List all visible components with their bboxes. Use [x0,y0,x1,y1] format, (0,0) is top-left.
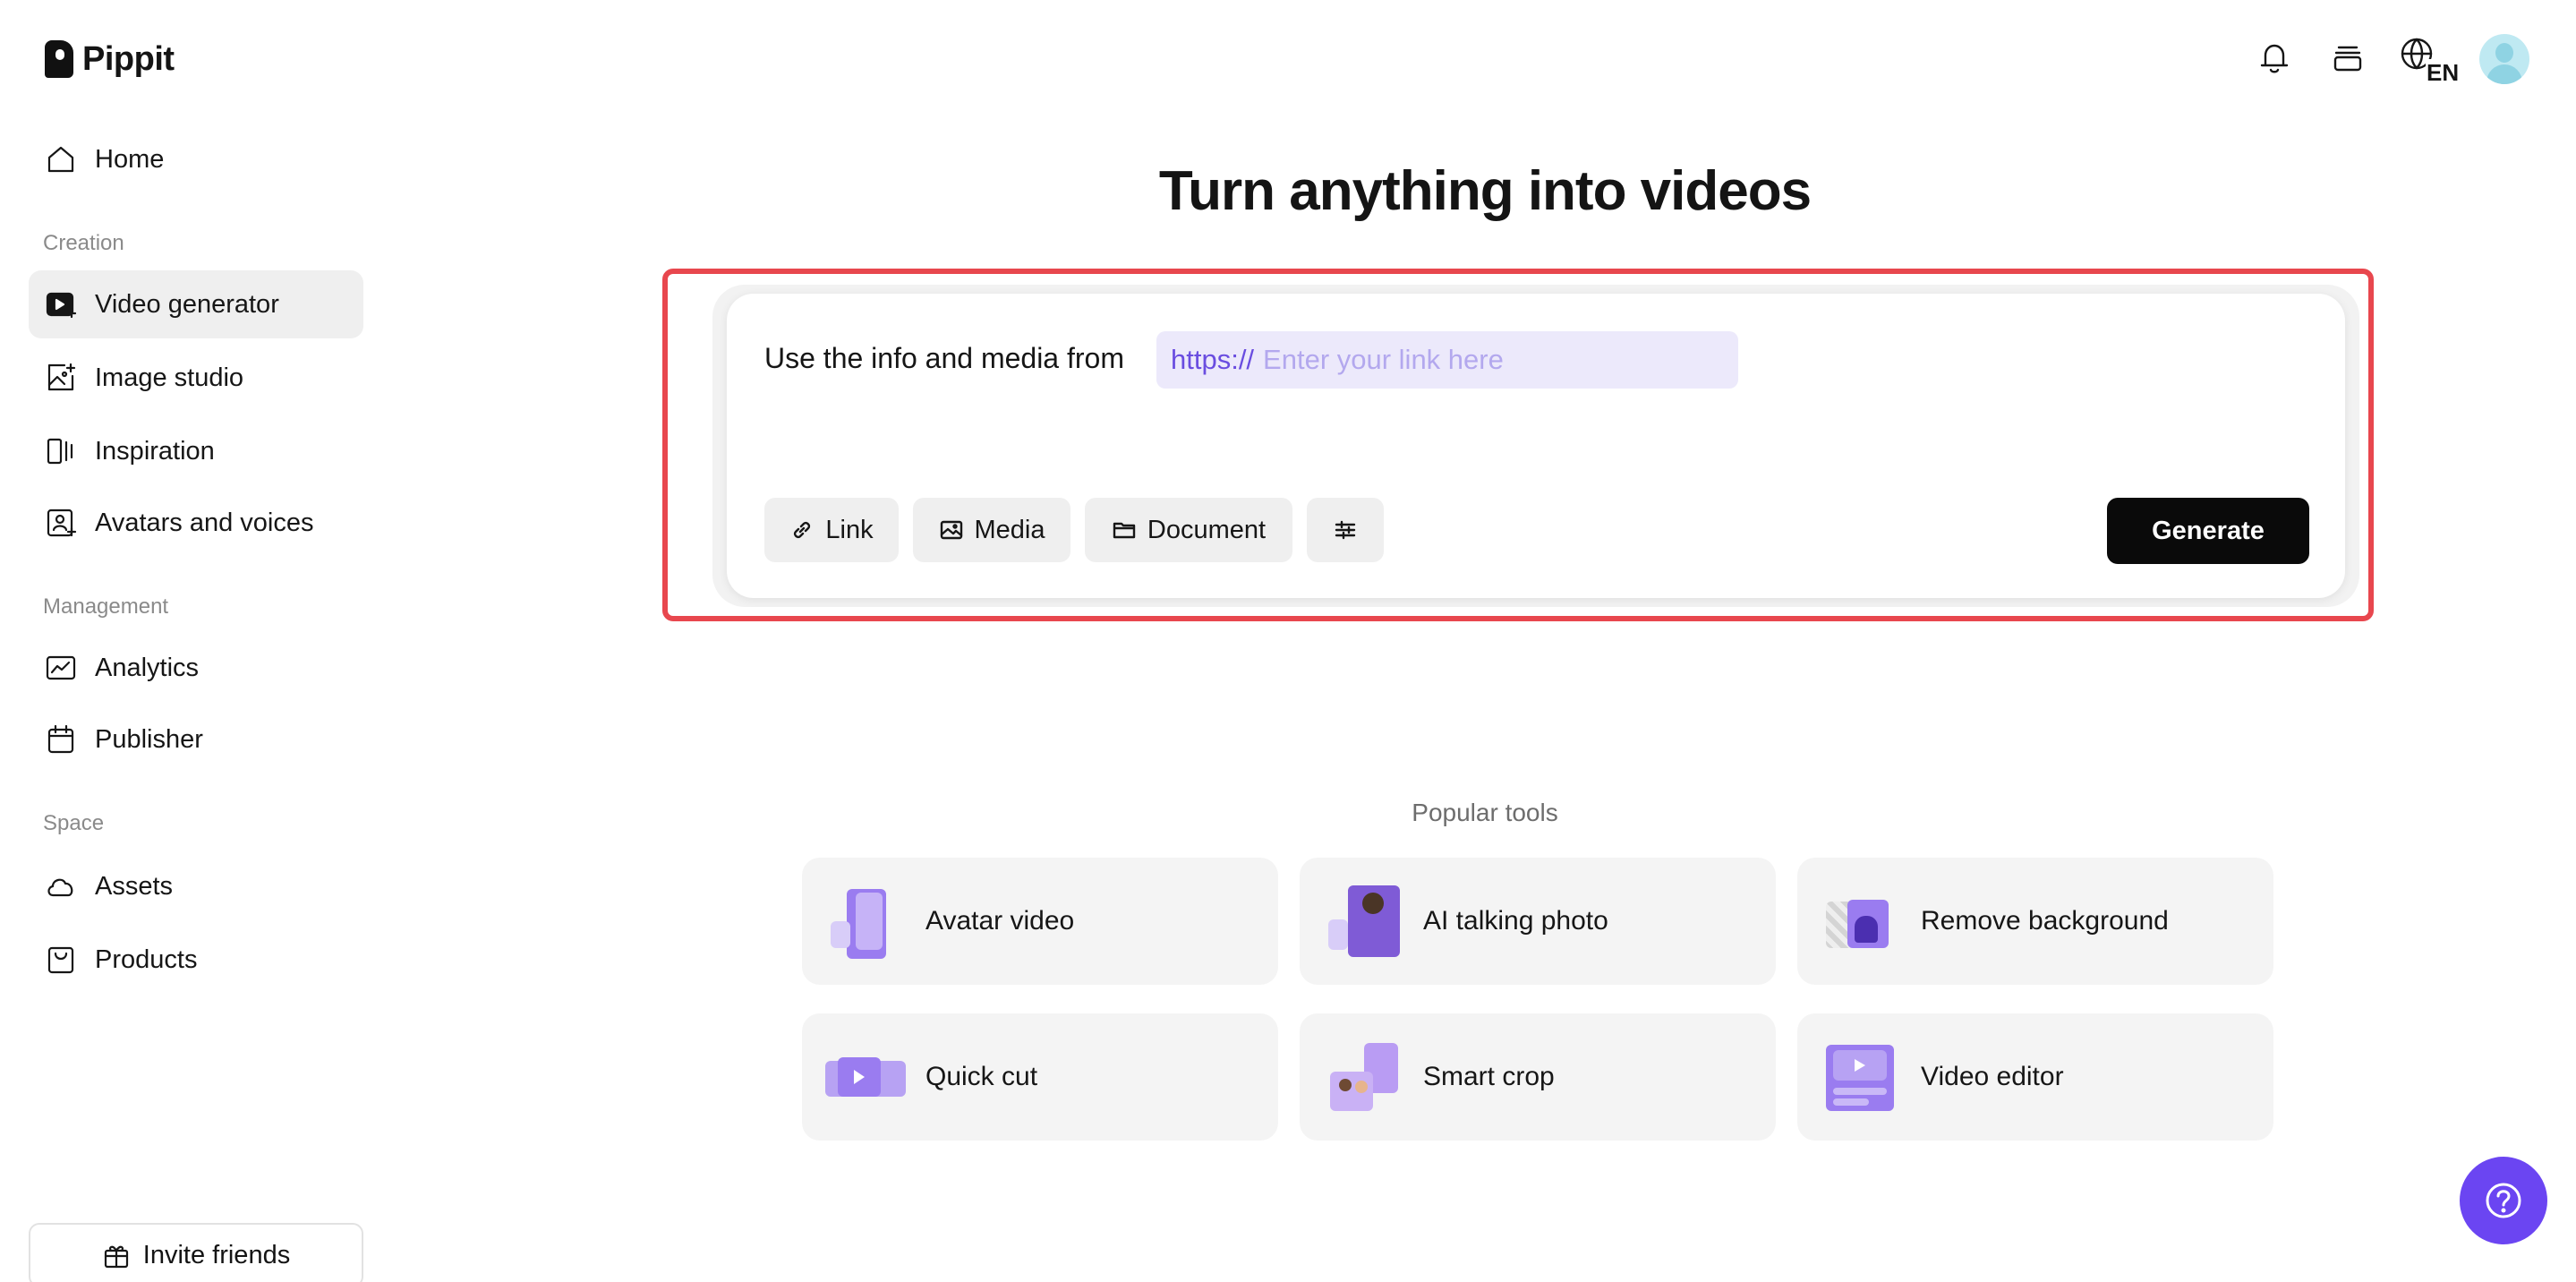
generate-button[interactable]: Generate [2107,498,2309,564]
bell-icon[interactable] [2252,36,2297,81]
tool-card-avatar-video[interactable]: Avatar video [802,858,1278,985]
invite-friends-button[interactable]: Invite friends [29,1223,363,1282]
sidebar-item-publisher[interactable]: Publisher [29,705,363,773]
gift-icon [102,1241,131,1269]
image-icon [939,517,964,543]
sidebar-item-assets[interactable]: Assets [29,852,363,920]
sidebar-item-label: Analytics [95,654,199,683]
document-button[interactable]: Document [1085,498,1292,562]
smart-crop-thumb [1323,1039,1403,1115]
sidebar-item-label: Assets [95,872,173,902]
sidebar-item-analytics[interactable]: Analytics [29,634,363,702]
tool-card-ai-talking-photo[interactable]: AI talking photo [1300,858,1776,985]
invite-friends-label: Invite friends [143,1241,290,1270]
image-plus-icon [45,362,77,394]
layers-icon[interactable] [2325,36,2370,81]
tool-card-label: AI talking photo [1423,906,1608,936]
avatar[interactable] [2479,34,2529,84]
settings-button[interactable] [1307,498,1384,562]
link-button[interactable]: Link [764,498,899,562]
cloud-icon [45,870,77,902]
sidebar-item-video-generator[interactable]: Video generator [29,270,363,338]
sidebar-item-label: Image studio [95,363,243,393]
sliders-icon [1333,517,1358,543]
sidebar-item-image-studio[interactable]: Image studio [29,344,363,412]
sidebar-item-avatars-voices[interactable]: Avatars and voices [29,489,363,557]
avatar-video-thumb [825,884,906,959]
section-label-management: Management [43,594,168,620]
avatar-voice-icon [45,507,77,539]
sidebar-item-inspiration[interactable]: Inspiration [29,417,363,485]
sidebar-item-label: Products [95,945,197,975]
tool-card-smart-crop[interactable]: Smart crop [1300,1013,1776,1141]
pippit-logo[interactable]: Pippit [45,39,175,79]
sidebar-item-label: Avatars and voices [95,509,314,538]
tool-card-label: Quick cut [925,1062,1037,1092]
sidebar-item-label: Inspiration [95,437,215,466]
logo-text: Pippit [82,40,175,79]
calendar-icon [45,723,77,756]
help-button[interactable] [2460,1157,2547,1244]
tool-card-label: Smart crop [1423,1062,1555,1092]
remove-background-thumb [1821,884,1901,959]
media-button-label: Media [975,516,1045,545]
analytics-icon [45,652,77,684]
page-title: Turn anything into videos [0,159,2576,223]
media-button[interactable]: Media [913,498,1070,562]
popular-tools-title: Popular tools [0,799,2576,827]
link-placeholder: Enter your link here [1263,344,1504,376]
link-input[interactable]: https:// Enter your link here [1156,331,1738,389]
language-label: EN [2426,59,2460,87]
tool-card-remove-background[interactable]: Remove background [1797,858,2273,985]
tool-card-label: Remove background [1921,906,2169,936]
tool-card-label: Avatar video [925,906,1074,936]
sidebar-item-products[interactable]: Products [29,926,363,994]
tool-card-label: Video editor [1921,1062,2064,1092]
logo-icon [45,40,73,78]
link-button-label: Link [825,516,873,545]
tool-card-video-editor[interactable]: Video editor [1797,1013,2273,1141]
inspiration-icon [45,435,77,467]
section-label-creation: Creation [43,231,124,256]
tool-card-quick-cut[interactable]: Quick cut [802,1013,1278,1141]
sidebar-item-label: Video generator [95,290,279,320]
question-icon [2482,1179,2525,1222]
quick-cut-thumb [825,1039,906,1115]
document-button-label: Document [1147,516,1266,545]
bag-icon [45,944,77,976]
sidebar-item-label: Publisher [95,725,203,755]
video-editor-thumb [1821,1039,1901,1115]
link-icon [789,517,815,543]
prompt-label: Use the info and media from [764,342,1124,375]
folder-icon [1112,517,1137,543]
link-prefix: https:// [1171,344,1254,376]
language-globe[interactable]: EN [2399,36,2456,81]
video-plus-icon [45,288,77,320]
ai-talking-photo-thumb [1323,884,1403,959]
